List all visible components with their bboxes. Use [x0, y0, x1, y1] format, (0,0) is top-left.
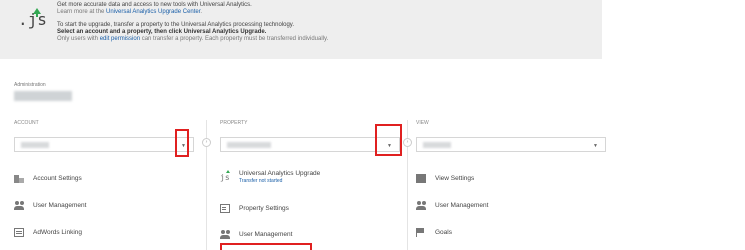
page-icon: [416, 174, 426, 183]
transfer-status: Transfer not started: [239, 178, 283, 184]
chevron-right-icon: ›: [403, 138, 412, 147]
account-column-label: ACCOUNT: [14, 120, 39, 126]
upgrade-banner: .js Get more accurate data and access to…: [0, 0, 602, 59]
property-column-label: PROPERTY: [220, 120, 248, 126]
admin-account-name-redacted: [14, 91, 72, 101]
account-user-management-link[interactable]: User Management: [14, 201, 86, 210]
administration-label: Administration: [14, 82, 46, 88]
property-settings-link[interactable]: Property Settings: [220, 204, 289, 213]
users-icon: [220, 230, 230, 239]
view-column-label: VIEW: [416, 120, 429, 126]
universal-analytics-upgrade-link[interactable]: js Universal Analytics Upgrade Transfer …: [220, 169, 320, 184]
chevron-right-icon: ›: [202, 138, 211, 147]
view-selector[interactable]: ▼: [416, 137, 606, 152]
view-column: VIEW ▼ View Settings User Management Goa…: [416, 120, 606, 250]
account-column: ACCOUNT ▼ Account Settings User Manageme…: [14, 120, 194, 250]
edit-permission-link[interactable]: edit permission: [100, 36, 140, 42]
banner-line-3: To start the upgrade, transfer a propert…: [57, 22, 295, 28]
adwords-link-icon: [14, 228, 24, 237]
js-upgrade-icon: js: [220, 169, 230, 182]
account-settings-link[interactable]: Account Settings: [14, 174, 82, 183]
banner-line-1: Get more accurate data and access to new…: [57, 2, 252, 8]
account-selector[interactable]: ▼: [14, 137, 194, 152]
property-column: PROPERTY ▼ js Universal Analytics Upgrad…: [220, 120, 400, 250]
users-icon: [416, 201, 426, 210]
banner-line-4: Select an account and a property, then c…: [57, 29, 267, 35]
universal-analytics-js-icon: .js: [18, 8, 47, 29]
property-user-management-link[interactable]: User Management: [220, 230, 292, 239]
building-icon: [14, 174, 24, 183]
banner-line-2: Learn more at the Universal Analytics Up…: [57, 9, 203, 15]
highlight-box: [175, 129, 189, 157]
goals-link[interactable]: Goals: [416, 228, 452, 237]
view-user-management-link[interactable]: User Management: [416, 201, 488, 210]
view-name-redacted: [423, 142, 451, 148]
caret-down-icon[interactable]: ▼: [593, 143, 598, 149]
adwords-linking-link[interactable]: AdWords Linking: [14, 228, 82, 237]
highlight-box: [375, 124, 402, 156]
view-settings-link[interactable]: View Settings: [416, 174, 474, 183]
flag-icon: [416, 228, 426, 237]
banner-text: Get more accurate data and access to new…: [57, 2, 328, 43]
property-name-redacted: [227, 142, 271, 148]
upgrade-center-link[interactable]: Universal Analytics Upgrade Center: [106, 9, 200, 15]
banner-line-5: Only users with edit permission can tran…: [57, 36, 329, 42]
users-icon: [14, 201, 24, 210]
highlight-box: [220, 243, 312, 250]
account-name-redacted: [21, 142, 49, 148]
property-settings-icon: [220, 204, 230, 213]
property-selector[interactable]: ▼: [220, 137, 400, 152]
